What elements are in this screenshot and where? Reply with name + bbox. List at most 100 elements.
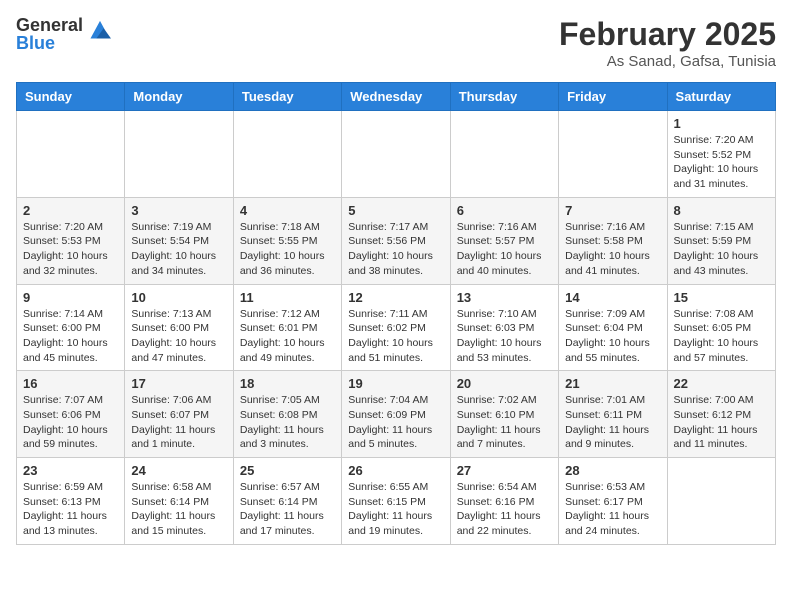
day-info: Sunrise: 7:20 AM Sunset: 5:53 PM Dayligh… bbox=[23, 220, 118, 279]
day-info: Sunrise: 7:06 AM Sunset: 6:07 PM Dayligh… bbox=[131, 393, 226, 452]
day-info: Sunrise: 7:15 AM Sunset: 5:59 PM Dayligh… bbox=[674, 220, 769, 279]
calendar-cell bbox=[125, 111, 233, 198]
calendar-cell bbox=[450, 111, 558, 198]
day-number: 16 bbox=[23, 376, 118, 391]
calendar-week-row: 23 Sunrise: 6:59 AM Sunset: 6:13 PM Dayli… bbox=[17, 458, 776, 545]
day-number: 5 bbox=[348, 203, 443, 218]
calendar-cell bbox=[233, 111, 341, 198]
day-number: 27 bbox=[457, 463, 552, 478]
calendar-cell: 23 Sunrise: 6:59 AM Sunset: 6:13 PM Dayli… bbox=[17, 458, 125, 545]
day-number: 13 bbox=[457, 290, 552, 305]
day-number: 18 bbox=[240, 376, 335, 391]
calendar-cell: 21Sunrise: 7:01 AM Sunset: 6:11 PM Dayli… bbox=[559, 371, 667, 458]
logo-blue-text: Blue bbox=[16, 34, 83, 52]
calendar-cell: 2 Sunrise: 7:20 AM Sunset: 5:53 PM Daylig… bbox=[17, 197, 125, 284]
calendar-cell bbox=[342, 111, 450, 198]
calendar-cell: 12Sunrise: 7:11 AM Sunset: 6:02 PM Dayli… bbox=[342, 284, 450, 371]
day-number: 17 bbox=[131, 376, 226, 391]
day-info: Sunrise: 7:00 AM Sunset: 6:12 PM Dayligh… bbox=[674, 393, 769, 452]
day-of-week-header: Friday bbox=[559, 83, 667, 111]
day-number: 4 bbox=[240, 203, 335, 218]
day-number: 12 bbox=[348, 290, 443, 305]
calendar-cell: 9Sunrise: 7:14 AM Sunset: 6:00 PM Daylig… bbox=[17, 284, 125, 371]
calendar-week-row: 9Sunrise: 7:14 AM Sunset: 6:00 PM Daylig… bbox=[17, 284, 776, 371]
calendar-cell bbox=[559, 111, 667, 198]
day-of-week-header: Monday bbox=[125, 83, 233, 111]
day-info: Sunrise: 7:16 AM Sunset: 5:57 PM Dayligh… bbox=[457, 220, 552, 279]
calendar-cell: 24 Sunrise: 6:58 AM Sunset: 6:14 PM Dayli… bbox=[125, 458, 233, 545]
day-info: Sunrise: 7:01 AM Sunset: 6:11 PM Dayligh… bbox=[565, 393, 660, 452]
day-info: Sunrise: 7:14 AM Sunset: 6:00 PM Dayligh… bbox=[23, 307, 118, 366]
calendar-week-row: 2 Sunrise: 7:20 AM Sunset: 5:53 PM Daylig… bbox=[17, 197, 776, 284]
day-info: Sunrise: 6:58 AM Sunset: 6:14 PM Dayligh… bbox=[131, 480, 226, 539]
day-number: 11 bbox=[240, 290, 335, 305]
day-info: Sunrise: 7:18 AM Sunset: 5:55 PM Dayligh… bbox=[240, 220, 335, 279]
day-number: 26 bbox=[348, 463, 443, 478]
day-number: 3 bbox=[131, 203, 226, 218]
calendar-cell: 11 Sunrise: 7:12 AM Sunset: 6:01 PM Dayli… bbox=[233, 284, 341, 371]
day-number: 14 bbox=[565, 290, 660, 305]
calendar-header-row: SundayMondayTuesdayWednesdayThursdayFrid… bbox=[17, 83, 776, 111]
calendar-cell: 4 Sunrise: 7:18 AM Sunset: 5:55 PM Daylig… bbox=[233, 197, 341, 284]
calendar-week-row: 16 Sunrise: 7:07 AM Sunset: 6:06 PM Dayli… bbox=[17, 371, 776, 458]
calendar-cell: 5 Sunrise: 7:17 AM Sunset: 5:56 PM Daylig… bbox=[342, 197, 450, 284]
calendar-cell bbox=[667, 458, 775, 545]
day-info: Sunrise: 6:57 AM Sunset: 6:14 PM Dayligh… bbox=[240, 480, 335, 539]
day-of-week-header: Saturday bbox=[667, 83, 775, 111]
day-info: Sunrise: 7:17 AM Sunset: 5:56 PM Dayligh… bbox=[348, 220, 443, 279]
calendar-cell: 1Sunrise: 7:20 AM Sunset: 5:52 PM Daylig… bbox=[667, 111, 775, 198]
page-header: General Blue February 2025 As Sanad, Gaf… bbox=[16, 16, 776, 70]
day-number: 19 bbox=[348, 376, 443, 391]
calendar-cell bbox=[17, 111, 125, 198]
day-number: 24 bbox=[131, 463, 226, 478]
day-number: 15 bbox=[674, 290, 769, 305]
logo-general-text: General bbox=[16, 16, 83, 34]
day-info: Sunrise: 7:07 AM Sunset: 6:06 PM Dayligh… bbox=[23, 393, 118, 452]
day-info: Sunrise: 7:10 AM Sunset: 6:03 PM Dayligh… bbox=[457, 307, 552, 366]
day-info: Sunrise: 7:02 AM Sunset: 6:10 PM Dayligh… bbox=[457, 393, 552, 452]
day-number: 8 bbox=[674, 203, 769, 218]
day-info: Sunrise: 6:59 AM Sunset: 6:13 PM Dayligh… bbox=[23, 480, 118, 539]
day-info: Sunrise: 7:13 AM Sunset: 6:00 PM Dayligh… bbox=[131, 307, 226, 366]
calendar-cell: 14 Sunrise: 7:09 AM Sunset: 6:04 PM Dayli… bbox=[559, 284, 667, 371]
calendar-cell: 20 Sunrise: 7:02 AM Sunset: 6:10 PM Dayli… bbox=[450, 371, 558, 458]
day-number: 10 bbox=[131, 290, 226, 305]
calendar-week-row: 1Sunrise: 7:20 AM Sunset: 5:52 PM Daylig… bbox=[17, 111, 776, 198]
day-info: Sunrise: 7:19 AM Sunset: 5:54 PM Dayligh… bbox=[131, 220, 226, 279]
day-info: Sunrise: 7:20 AM Sunset: 5:52 PM Dayligh… bbox=[674, 133, 769, 192]
day-info: Sunrise: 7:04 AM Sunset: 6:09 PM Dayligh… bbox=[348, 393, 443, 452]
calendar-cell: 8 Sunrise: 7:15 AM Sunset: 5:59 PM Daylig… bbox=[667, 197, 775, 284]
calendar-cell: 7 Sunrise: 7:16 AM Sunset: 5:58 PM Daylig… bbox=[559, 197, 667, 284]
day-number: 7 bbox=[565, 203, 660, 218]
calendar-cell: 3 Sunrise: 7:19 AM Sunset: 5:54 PM Daylig… bbox=[125, 197, 233, 284]
calendar-title: February 2025 bbox=[559, 16, 776, 53]
day-info: Sunrise: 7:12 AM Sunset: 6:01 PM Dayligh… bbox=[240, 307, 335, 366]
day-info: Sunrise: 6:55 AM Sunset: 6:15 PM Dayligh… bbox=[348, 480, 443, 539]
day-number: 20 bbox=[457, 376, 552, 391]
day-number: 25 bbox=[240, 463, 335, 478]
calendar-cell: 22Sunrise: 7:00 AM Sunset: 6:12 PM Dayli… bbox=[667, 371, 775, 458]
calendar-cell: 16 Sunrise: 7:07 AM Sunset: 6:06 PM Dayli… bbox=[17, 371, 125, 458]
calendar-table: SundayMondayTuesdayWednesdayThursdayFrid… bbox=[16, 82, 776, 545]
calendar-cell: 15 Sunrise: 7:08 AM Sunset: 6:05 PM Dayli… bbox=[667, 284, 775, 371]
day-info: Sunrise: 6:54 AM Sunset: 6:16 PM Dayligh… bbox=[457, 480, 552, 539]
logo-icon bbox=[89, 18, 111, 40]
calendar-cell: 13 Sunrise: 7:10 AM Sunset: 6:03 PM Dayli… bbox=[450, 284, 558, 371]
calendar-cell: 27 Sunrise: 6:54 AM Sunset: 6:16 PM Dayli… bbox=[450, 458, 558, 545]
logo: General Blue bbox=[16, 16, 111, 52]
calendar-cell: 28Sunrise: 6:53 AM Sunset: 6:17 PM Dayli… bbox=[559, 458, 667, 545]
day-number: 2 bbox=[23, 203, 118, 218]
calendar-cell: 18Sunrise: 7:05 AM Sunset: 6:08 PM Dayli… bbox=[233, 371, 341, 458]
day-info: Sunrise: 7:16 AM Sunset: 5:58 PM Dayligh… bbox=[565, 220, 660, 279]
calendar-cell: 17 Sunrise: 7:06 AM Sunset: 6:07 PM Dayli… bbox=[125, 371, 233, 458]
day-info: Sunrise: 7:09 AM Sunset: 6:04 PM Dayligh… bbox=[565, 307, 660, 366]
day-info: Sunrise: 7:08 AM Sunset: 6:05 PM Dayligh… bbox=[674, 307, 769, 366]
calendar-location: As Sanad, Gafsa, Tunisia bbox=[559, 53, 776, 70]
day-number: 23 bbox=[23, 463, 118, 478]
calendar-cell: 10 Sunrise: 7:13 AM Sunset: 6:00 PM Dayli… bbox=[125, 284, 233, 371]
calendar-cell: 19 Sunrise: 7:04 AM Sunset: 6:09 PM Dayli… bbox=[342, 371, 450, 458]
calendar-cell: 6 Sunrise: 7:16 AM Sunset: 5:57 PM Daylig… bbox=[450, 197, 558, 284]
day-of-week-header: Thursday bbox=[450, 83, 558, 111]
day-number: 6 bbox=[457, 203, 552, 218]
day-of-week-header: Sunday bbox=[17, 83, 125, 111]
